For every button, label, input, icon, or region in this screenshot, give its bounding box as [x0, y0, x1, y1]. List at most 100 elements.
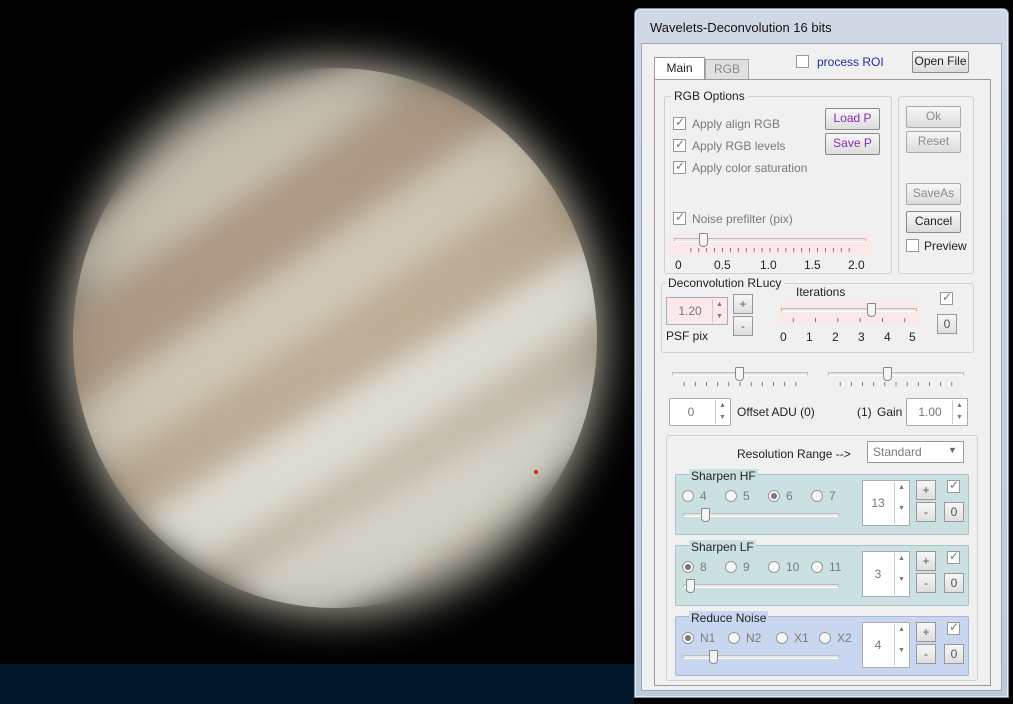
sharpen-hf-radio-3[interactable] — [811, 490, 823, 502]
offset-spin-arrows[interactable]: ▲ ▼ — [715, 400, 729, 424]
sharpen-lf-zero-button[interactable]: 0 — [944, 573, 964, 593]
deconvolution-group: Deconvolution RLucy 1.20 ▲ ▼ PSF pix + - … — [661, 276, 974, 353]
noise-prefilter-label: Noise prefilter (pix) — [692, 212, 793, 226]
sharpen-hf-spinbox[interactable]: 13 ▲ ▼ — [862, 480, 910, 526]
reduce-noise-radio-1[interactable] — [728, 632, 740, 644]
offset-slider[interactable] — [669, 367, 811, 388]
sharpen-hf-plus-button[interactable]: + — [916, 480, 936, 500]
process-roi-checkbox[interactable] — [796, 55, 809, 68]
reduce-noise-minus-button[interactable]: - — [916, 644, 936, 664]
gain-label: Gain — [877, 405, 903, 419]
iterations-slider[interactable] — [778, 302, 920, 324]
chevron-down-icon: ▼ — [948, 445, 957, 455]
sharpen-lf-spinbox[interactable]: 3 ▲ ▼ — [862, 551, 910, 597]
iter-scale-0: 0 — [780, 330, 787, 344]
psf-value: 1.20 — [678, 304, 702, 318]
reduce-noise-radio-3[interactable] — [819, 632, 831, 644]
reduce-noise-group: Reduce Noise N1 N2 X1 X2 4 ▲ ▼ + - ✓ 0 — [675, 611, 969, 676]
preview-checkbox[interactable] — [906, 239, 919, 252]
resolution-range-select[interactable]: Standard ▼ — [867, 441, 964, 463]
iterations-thumb[interactable] — [866, 303, 876, 317]
gain-ticks — [839, 382, 953, 387]
psf-label: PSF pix — [666, 329, 709, 343]
sharpen-lf-radio-1[interactable] — [725, 561, 737, 573]
gain-thumb[interactable] — [883, 367, 892, 381]
sharpen-lf-plus-button[interactable]: + — [916, 551, 936, 571]
sharpen-lf-radio-2[interactable] — [768, 561, 780, 573]
sharpen-hf-zero-button[interactable]: 0 — [944, 502, 964, 522]
tab-main[interactable]: Main — [654, 57, 705, 80]
reduce-noise-radio-2[interactable] — [776, 632, 788, 644]
deconvolution-title: Deconvolution RLucy — [665, 276, 785, 290]
psf-spin-arrows[interactable]: ▲ ▼ — [712, 299, 726, 323]
reduce-noise-option-2: X1 — [794, 631, 809, 645]
gain-value: 1.00 — [918, 405, 942, 419]
deconvolution-enable-checkbox[interactable] — [940, 290, 953, 305]
deconvolution-zero-button[interactable]: 0 — [937, 314, 957, 334]
sharpen-hf-radio-0[interactable] — [682, 490, 694, 502]
dialog-title: Wavelets-Deconvolution 16 bits — [650, 20, 832, 35]
noise-prefilter-slider[interactable] — [670, 233, 870, 255]
gain-spin-arrows[interactable]: ▲ ▼ — [952, 400, 966, 424]
noise-prefilter-ticks — [690, 248, 850, 253]
sharpen-hf-thumb[interactable] — [701, 508, 710, 522]
iter-scale-1: 1 — [806, 330, 813, 344]
offset-spinbox[interactable]: 0 ▲ ▼ — [669, 398, 731, 426]
sharpen-hf-option-1: 5 — [743, 489, 750, 503]
apply-align-rgb-checkbox[interactable] — [673, 115, 686, 130]
noise-prefilter-thumb[interactable] — [698, 233, 708, 247]
sharpen-hf-minus-button[interactable]: - — [916, 502, 936, 522]
reduce-noise-enable-checkbox[interactable] — [947, 620, 960, 635]
sharpen-hf-enable-checkbox[interactable] — [947, 478, 960, 493]
reduce-noise-track — [683, 655, 839, 659]
sharpen-lf-thumb[interactable] — [686, 579, 695, 593]
sharpen-hf-radio-2[interactable] — [768, 490, 780, 502]
sharpen-hf-slider[interactable] — [681, 508, 841, 527]
noise-scale-0: 0 — [675, 258, 682, 272]
reduce-noise-title: Reduce Noise — [689, 611, 769, 625]
offset-label: Offset ADU (0) — [737, 405, 815, 419]
sharpen-hf-group: Sharpen HF 4 5 6 7 13 ▲ ▼ + - ✓ 0 — [675, 469, 969, 535]
reduce-noise-plus-button[interactable]: + — [916, 622, 936, 642]
sharpen-lf-spin-arrows[interactable]: ▲ ▼ — [894, 553, 908, 595]
apply-color-saturation-checkbox[interactable] — [673, 159, 686, 174]
reduce-noise-spin-arrows[interactable]: ▲ ▼ — [894, 624, 908, 666]
noise-prefilter-checkbox[interactable] — [673, 210, 686, 225]
sharpen-lf-enable-checkbox[interactable] — [947, 549, 960, 564]
reduce-noise-option-1: N2 — [746, 631, 762, 645]
offset-thumb[interactable] — [735, 367, 744, 381]
jupiter-image — [0, 62, 634, 704]
tab-rgb[interactable]: RGB — [705, 59, 749, 79]
apply-rgb-levels-checkbox[interactable] — [673, 137, 686, 152]
sharpen-lf-group: Sharpen LF 8 9 10 11 3 ▲ ▼ + - ✓ 0 — [675, 540, 969, 606]
ok-button[interactable]: Ok — [906, 106, 961, 128]
sharpen-hf-option-0: 4 — [700, 489, 707, 503]
psf-plus-button[interactable]: + — [733, 294, 753, 314]
cancel-button[interactable]: Cancel — [906, 211, 961, 233]
reduce-noise-thumb[interactable] — [709, 650, 718, 664]
offset-ticks — [683, 382, 797, 387]
reduce-noise-zero-button[interactable]: 0 — [944, 644, 964, 664]
reset-button[interactable]: Reset — [906, 131, 961, 153]
sharpen-lf-radio-0[interactable] — [682, 561, 694, 573]
save-as-button[interactable]: SaveAs — [906, 183, 961, 205]
psf-spinbox[interactable]: 1.20 ▲ ▼ — [666, 297, 728, 325]
noise-scale-2: 1.0 — [760, 258, 777, 272]
resolution-range-value: Standard — [873, 445, 922, 459]
psf-minus-button[interactable]: - — [733, 316, 753, 336]
sharpen-lf-value: 3 — [874, 567, 882, 581]
sharpen-lf-radio-3[interactable] — [811, 561, 823, 573]
reduce-noise-spinbox[interactable]: 4 ▲ ▼ — [862, 622, 910, 668]
reduce-noise-slider[interactable] — [681, 650, 841, 669]
sharpen-hf-title: Sharpen HF — [689, 469, 758, 483]
sharpen-lf-minus-button[interactable]: - — [916, 573, 936, 593]
sharpen-hf-spin-arrows[interactable]: ▲ ▼ — [894, 482, 908, 524]
open-file-button[interactable]: Open File — [912, 51, 969, 73]
load-p-button[interactable]: Load P — [825, 108, 880, 130]
reduce-noise-radio-0[interactable] — [682, 632, 694, 644]
save-p-button[interactable]: Save P — [825, 133, 880, 155]
gain-slider[interactable] — [825, 367, 967, 388]
sharpen-lf-slider[interactable] — [681, 579, 841, 598]
sharpen-hf-radio-1[interactable] — [725, 490, 737, 502]
gain-spinbox[interactable]: 1.00 ▲ ▼ — [906, 398, 968, 426]
